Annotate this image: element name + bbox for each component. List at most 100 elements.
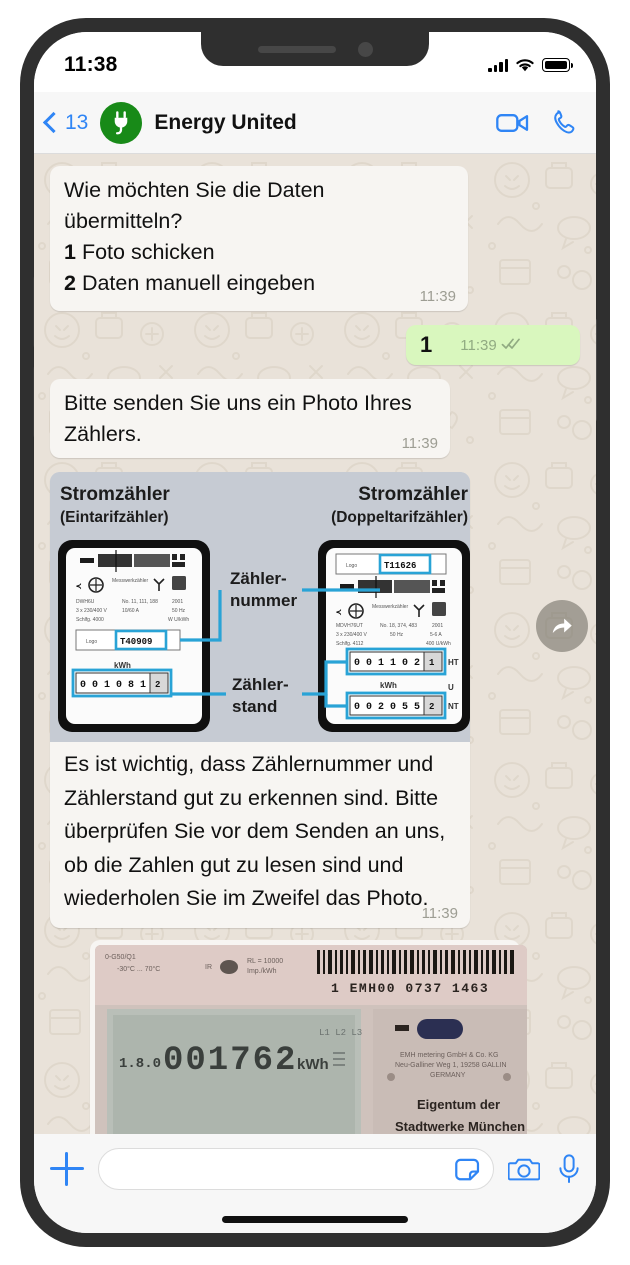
message-meta: 11:39: [460, 337, 520, 354]
front-camera: [357, 41, 373, 57]
message-bubble-diagram[interactable]: Stromzähler (Eintarifzähler) Stromzähler…: [50, 472, 470, 928]
message-text: 1: [420, 332, 433, 357]
photo-lcd-unit: kWh: [297, 1056, 329, 1073]
message-bubble-reply[interactable]: 1 11:39: [406, 325, 580, 365]
option-2-number: 2: [64, 271, 76, 295]
svg-text:1: 1: [104, 680, 110, 691]
svg-text:≺: ≺: [336, 608, 342, 618]
diagram-right-title: Stromzähler: [358, 484, 468, 505]
message-bubble-options[interactable]: Wie möchten Sie die Daten übermitteln? 1 F…: [50, 166, 468, 311]
svg-text:0: 0: [366, 702, 372, 713]
message-bubble-request-photo[interactable]: Bitte senden Sie uns ein Photo Ihres Zäh…: [50, 379, 450, 458]
svg-text:No. 18, 374, 483: No. 18, 374, 483: [380, 623, 417, 629]
diagram-tariff-nt: NT: [448, 702, 459, 711]
svg-text:2: 2: [378, 702, 384, 713]
message-text: Bitte senden Sie uns ein Photo Ihres Zäh…: [64, 391, 418, 446]
forward-button[interactable]: [536, 600, 588, 652]
diagram-tariff-ht: HT: [448, 658, 459, 667]
svg-text:1: 1: [390, 658, 396, 669]
phone-screen: 11:38 13 Energy United Wie möchten Sie d…: [34, 32, 596, 1233]
diagram-left-subtitle: (Eintarifzähler): [60, 509, 169, 526]
svg-text:0: 0: [92, 680, 98, 691]
svg-text:Logo: Logo: [86, 639, 97, 645]
svg-text:No. 11, 111, 188: No. 11, 111, 188: [122, 599, 158, 605]
message-row-incoming: Wie möchten Sie die Daten übermitteln? 1 F…: [50, 166, 580, 311]
photo-temp-range: -30°C ... 70°C: [117, 965, 160, 973]
status-bar-time: 11:38: [64, 53, 118, 76]
svg-text:0: 0: [366, 658, 372, 669]
diagram-label-reading-line1: Zähler-: [232, 675, 289, 694]
svg-text:≺: ≺: [76, 582, 82, 592]
svg-text:50 Hz: 50 Hz: [172, 608, 186, 614]
input-bar-actions: [508, 1154, 580, 1184]
avatar[interactable]: [100, 101, 143, 144]
svg-text:kWh: kWh: [380, 681, 397, 690]
chat-message-list[interactable]: Wie möchten Sie die Daten übermitteln? 1 F…: [34, 154, 596, 1134]
electric-meter-photo[interactable]: 0-G50/Q1 -30°C ... 70°C IR RL = 10000 Im…: [95, 944, 527, 1134]
header-actions: [496, 109, 578, 136]
message-timestamp: 11:39: [419, 288, 456, 305]
svg-text:0: 0: [354, 658, 360, 669]
photo-manufacturer-line1: EMH metering GmbH & Co. KG: [400, 1052, 498, 1059]
cellular-signal-icon: [488, 58, 508, 72]
svg-text:1: 1: [378, 658, 384, 669]
svg-text:MDVH76UT: MDVH76UT: [336, 623, 363, 629]
status-bar-indicators: [488, 52, 574, 73]
photo-lcd-value: 001762: [163, 1042, 297, 1080]
message-meta: 11:39: [420, 288, 456, 305]
photo-lcd-phases: L1 L2 L3: [319, 1028, 362, 1038]
message-row-incoming: Bitte senden Sie uns ein Photo Ihres Zäh…: [50, 379, 580, 458]
svg-text:Messwerkzähler: Messwerkzähler: [372, 604, 408, 610]
svg-text:0: 0: [80, 680, 86, 691]
earpiece-speaker: [257, 45, 336, 53]
svg-text:1: 1: [429, 658, 435, 668]
message-input-field[interactable]: [98, 1148, 494, 1190]
phone-frame: 11:38 13 Energy United Wie möchten Sie d…: [20, 18, 610, 1247]
photo-manufacturer-line3: GERMANY: [430, 1072, 466, 1079]
svg-text:3 x 230/400 V: 3 x 230/400 V: [336, 632, 368, 638]
power-plug-icon: [115, 110, 128, 134]
message-bubble-meter-photo[interactable]: 0-G50/Q1 -30°C ... 70°C IR RL = 10000 Im…: [90, 939, 527, 1134]
option-1-number: 1: [64, 240, 76, 264]
message-row-incoming: 0-G50/Q1 -30°C ... 70°C IR RL = 10000 Im…: [50, 939, 580, 1134]
diagram-left-title: Stromzähler: [60, 484, 170, 505]
svg-text:0: 0: [390, 702, 396, 713]
message-meta: 11:39: [422, 905, 458, 922]
phone-icon[interactable]: [552, 109, 578, 136]
meter-types-diagram[interactable]: Stromzähler (Eintarifzähler) Stromzähler…: [50, 472, 470, 742]
photo-lcd-prefix: 1.8.0: [119, 1056, 161, 1072]
sticker-icon[interactable]: [453, 1155, 481, 1183]
photo-serial: 1 EMH00 0737 1463: [331, 981, 489, 996]
svg-text:8: 8: [128, 680, 134, 691]
message-row-outgoing: 1 11:39: [50, 325, 580, 365]
photo-manufacturer-line2: Neu-Galliner Weg 1, 19258 GALLIN: [395, 1062, 507, 1069]
svg-text:W U/kWh: W U/kWh: [168, 617, 189, 623]
option-2-label: Daten manuell eingeben: [81, 271, 316, 295]
back-button[interactable]: 13: [42, 111, 88, 135]
photo-pulse-line2: Imp./kWh: [247, 968, 277, 975]
svg-text:Messwerkzähler: Messwerkzähler: [112, 578, 148, 584]
message-timestamp: 11:39: [460, 336, 497, 354]
photo-ownership-line2: Stadtwerke München GmbH: [395, 1119, 527, 1134]
svg-text:0: 0: [116, 680, 122, 691]
svg-text:2001: 2001: [432, 623, 443, 629]
chevron-left-icon: [42, 111, 65, 134]
message-text: Wie möchten Sie die Daten übermitteln? 1 F…: [50, 166, 468, 311]
svg-text:5-6 A: 5-6 A: [430, 632, 442, 638]
message-caption: Es ist wichtig, dass Zählernummer und Zä…: [64, 752, 446, 910]
svg-text:400 U/kWh: 400 U/kWh: [426, 641, 451, 647]
photo-model-code: 0-G50/Q1: [105, 954, 136, 961]
diagram-left-meter-number: T40909: [120, 637, 152, 647]
home-indicator[interactable]: [222, 1216, 408, 1223]
svg-text:2: 2: [429, 702, 434, 712]
photo-ownership-line1: Eigentum der: [417, 1097, 500, 1112]
plus-icon[interactable]: [50, 1152, 84, 1186]
camera-icon[interactable]: [508, 1155, 540, 1183]
notch: [201, 32, 429, 66]
svg-text:5: 5: [402, 702, 408, 713]
video-camera-icon[interactable]: [496, 111, 530, 135]
message-timestamp: 11:39: [421, 904, 458, 922]
microphone-icon[interactable]: [558, 1154, 580, 1184]
svg-text:5: 5: [414, 702, 420, 713]
option-1-label: Foto schicken: [81, 240, 215, 264]
